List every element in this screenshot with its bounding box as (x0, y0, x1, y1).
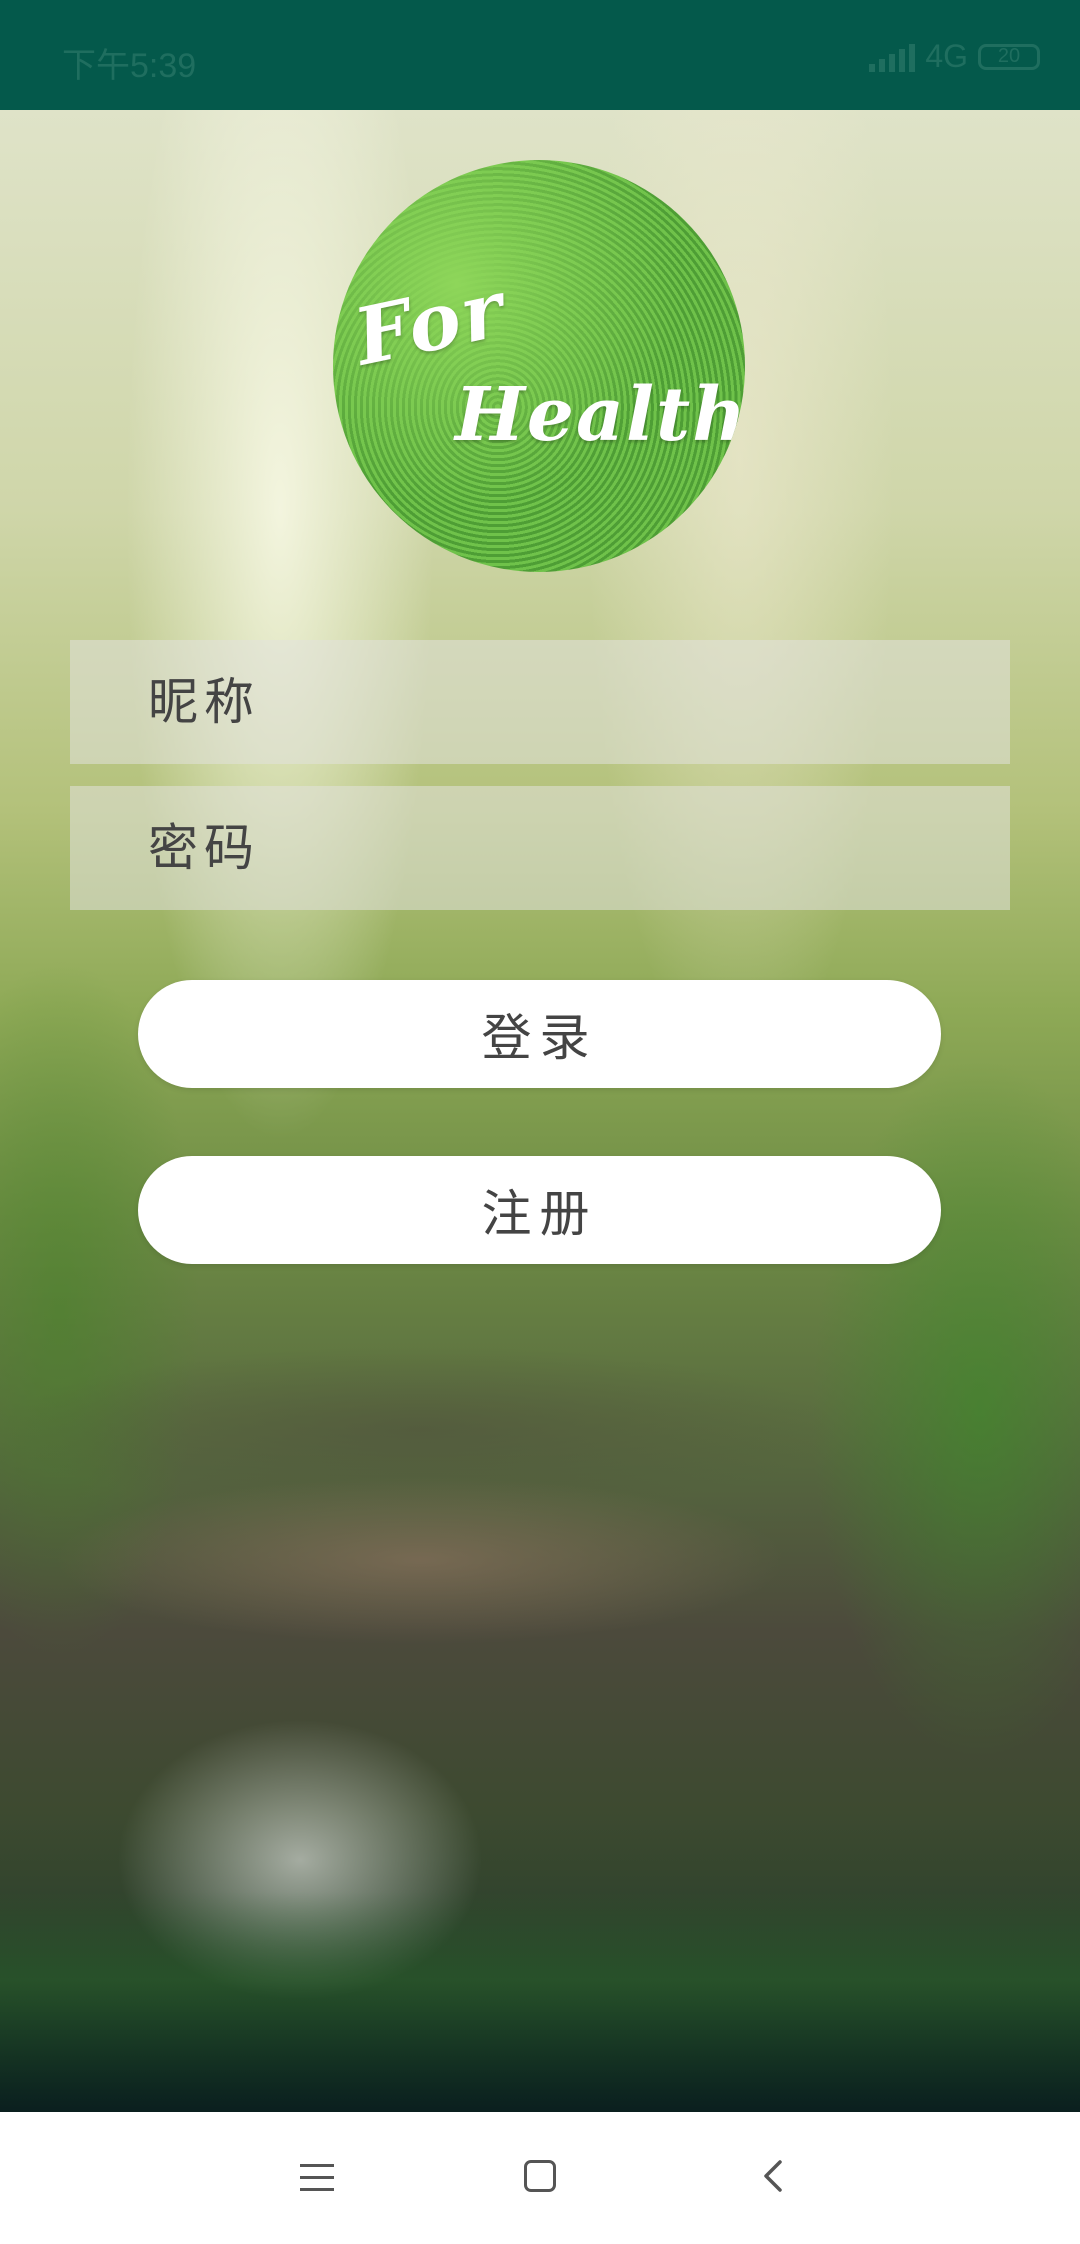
logo-text-for: For (347, 263, 514, 384)
app-logo: For Health (333, 160, 745, 572)
nickname-field[interactable] (70, 640, 1010, 764)
register-button[interactable]: 注册 (138, 1156, 941, 1264)
back-icon[interactable] (756, 2158, 792, 2194)
status-bar: 下午5:39 4G 20 (0, 0, 1080, 110)
network-type: 4G (925, 38, 968, 74)
navigation-bar (0, 2112, 1080, 2244)
battery-icon: 20 (978, 43, 1040, 70)
login-button[interactable]: 登录 (138, 980, 941, 1088)
password-field[interactable] (70, 786, 1010, 910)
status-icons: 4G 20 (869, 38, 1040, 75)
password-input[interactable] (146, 818, 1010, 878)
status-time: 下午5:39 (62, 47, 197, 85)
logo-text-health: Health (455, 372, 745, 458)
battery-level: 20 (997, 45, 1021, 67)
home-icon[interactable] (524, 2160, 556, 2192)
menu-icon[interactable] (300, 2164, 334, 2192)
signal-icon (869, 42, 916, 72)
nickname-input[interactable] (146, 672, 1010, 732)
